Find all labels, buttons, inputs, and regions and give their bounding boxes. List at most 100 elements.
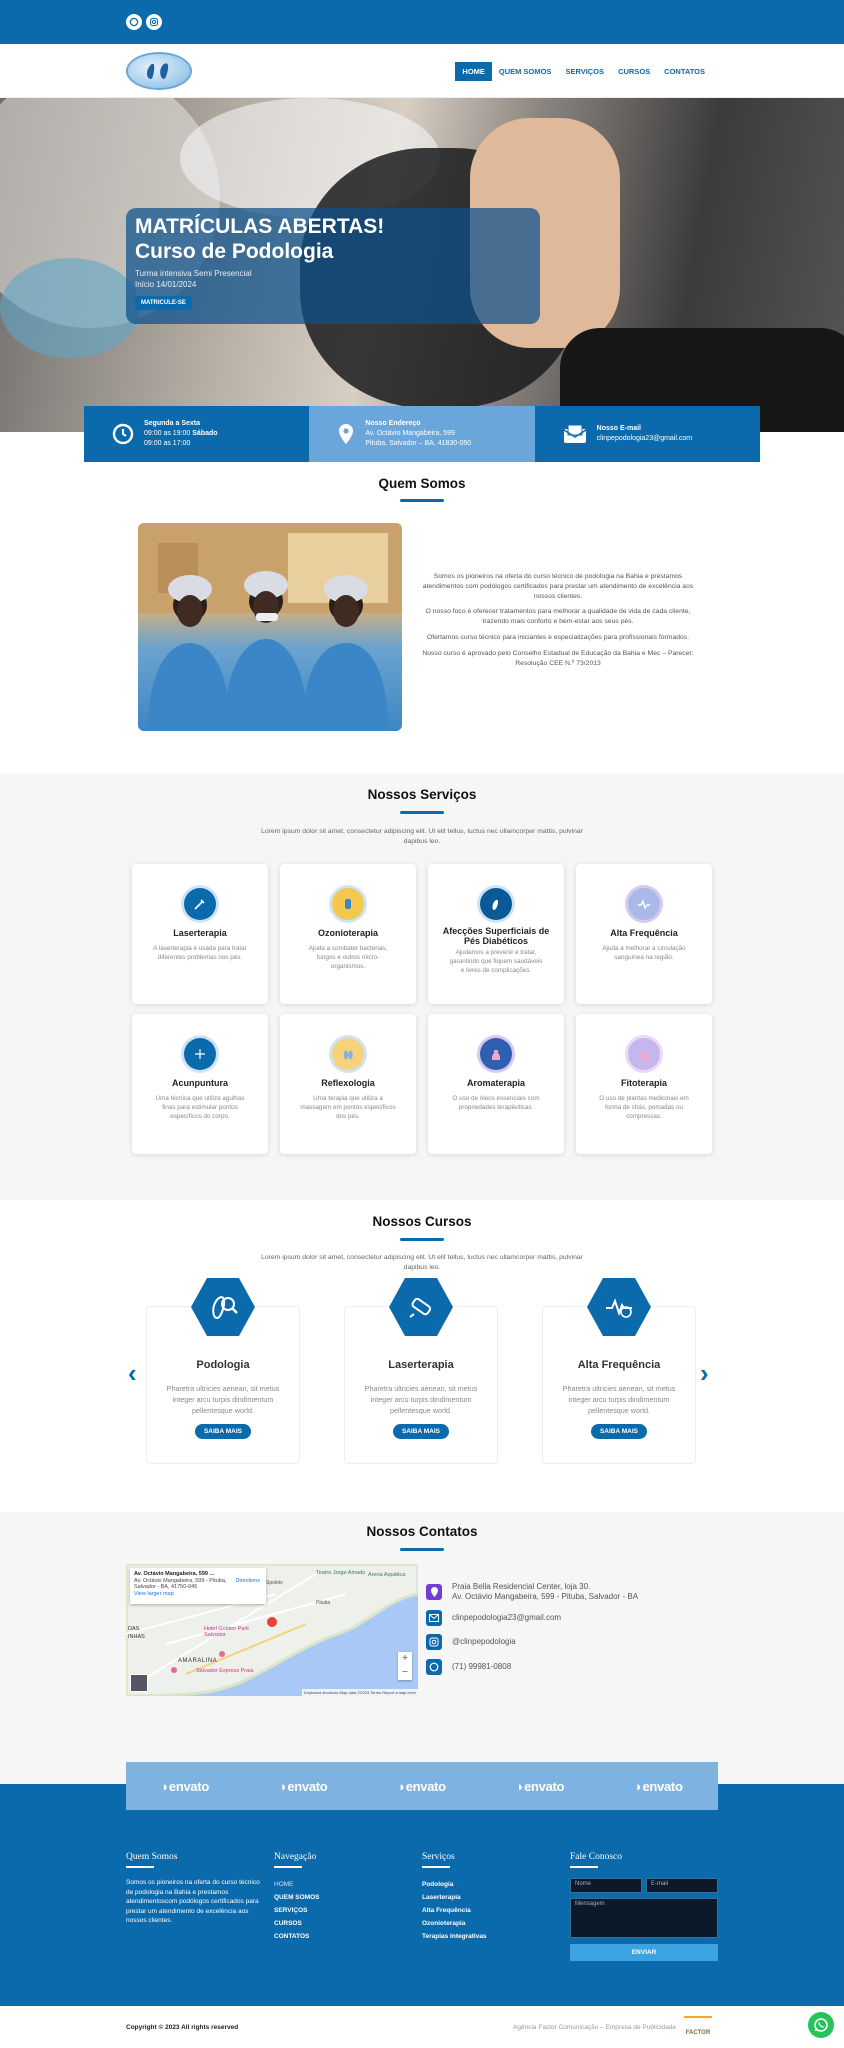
embedded-map[interactable]: Av. Octávio Mangabeira, 599 ... Av. Octá… bbox=[126, 1564, 418, 1696]
map-info-card: Av. Octávio Mangabeira, 599 ... Av. Octá… bbox=[130, 1568, 266, 1604]
about-underline bbox=[400, 499, 444, 502]
info-bar: Segunda a Sexta 09:00 as 19:00 Sábado 09… bbox=[84, 406, 760, 462]
map-label: INHAS bbox=[128, 1634, 145, 1640]
send-button[interactable]: ENVIAR bbox=[570, 1944, 718, 1961]
envato-logo: ◗envato bbox=[279, 1778, 328, 1794]
hero-subtitle: Curso de Podologia bbox=[135, 240, 334, 263]
footer-navigation: Navegação HOME QUEM SOMOS SERVIÇOS CURSO… bbox=[274, 1852, 394, 1943]
map-address-2: Salvador - BA, 41750-045 bbox=[134, 1584, 198, 1590]
nav-home[interactable]: HOME bbox=[455, 62, 492, 81]
service-card[interactable]: Reflexologia Uma terapia que utiliza a m… bbox=[280, 1014, 416, 1154]
nav-menu: HOME QUEM SOMOS SERVIÇOS CURSOS CONTATOS bbox=[455, 62, 712, 81]
nav-contatos[interactable]: CONTATOS bbox=[657, 62, 712, 81]
whatsapp-icon[interactable] bbox=[126, 14, 142, 30]
enroll-button[interactable]: MATRICULE-SE bbox=[135, 296, 192, 310]
course-name: Podologia bbox=[196, 1359, 250, 1371]
footer-service-link[interactable]: Terapias Integrativas bbox=[422, 1930, 542, 1943]
instagram-icon bbox=[426, 1634, 442, 1650]
hours-info: Segunda a Sexta 09:00 as 19:00 Sábado 09… bbox=[84, 406, 310, 462]
service-card[interactable]: Acunpuntura Uma técnica que utiliza agul… bbox=[132, 1014, 268, 1154]
instagram-icon[interactable] bbox=[146, 14, 162, 30]
hours-saturday: Sábado bbox=[192, 430, 218, 437]
contact-phone: (71) 99981-0808 bbox=[426, 1659, 511, 1675]
about-text: Somos os pioneiros na oferta do curso té… bbox=[414, 572, 702, 674]
envato-logo: ◗envato bbox=[516, 1778, 565, 1794]
hours-line-1: 09:00 as 19:00 bbox=[144, 430, 193, 437]
services-underline bbox=[400, 811, 444, 814]
service-desc: O uso de óleos essenciais com propriedad… bbox=[452, 1095, 540, 1111]
agency-credit[interactable]: Agência Factor Comunicação – Empresa de … bbox=[513, 2024, 676, 2031]
hero-text-1: Turma intensiva Semi Presencial bbox=[135, 269, 252, 278]
map-label: Arena Aquática bbox=[368, 1572, 406, 1578]
nav-cursos[interactable]: CURSOS bbox=[611, 62, 657, 81]
course-desc: Pharetra ultricies aenean, sit metus int… bbox=[364, 1384, 478, 1415]
service-name: Ozonioterapia bbox=[317, 928, 378, 938]
footer-service-link[interactable]: Ozonioterapia bbox=[422, 1917, 542, 1930]
message-textarea[interactable]: Mensagem bbox=[570, 1898, 718, 1938]
directions-link[interactable]: Directions bbox=[236, 1578, 260, 1585]
copyright-bar: Copyright © 2023 All rights reserved Agê… bbox=[0, 2006, 844, 2048]
hours-title: Segunda a Sexta bbox=[144, 420, 201, 427]
email-title: Nosso E-mail bbox=[596, 425, 642, 432]
saiba-mais-button[interactable]: SAIBA MAIS bbox=[590, 1424, 648, 1439]
service-name: Reflexologia bbox=[321, 1078, 375, 1088]
address-line-1: Av. Octávio Mangabeira, 599 bbox=[365, 430, 455, 437]
service-desc: Ajudamos a prevenir e tratar, garantindo… bbox=[449, 949, 543, 974]
nav-quem-somos[interactable]: QUEM SOMOS bbox=[492, 62, 559, 81]
name-input[interactable]: Nome bbox=[570, 1878, 642, 1893]
map-zoom-controls[interactable]: + − bbox=[398, 1652, 412, 1680]
footer-nav-quem-somos[interactable]: QUEM SOMOS bbox=[274, 1891, 394, 1904]
service-card[interactable]: Ozonioterapia Ajuda a combater bactérias… bbox=[280, 864, 416, 1004]
about-paragraph: Ofertamos curso técnico para iniciantes … bbox=[426, 633, 690, 641]
team-photo bbox=[138, 523, 402, 731]
service-card[interactable]: Aromaterapia O uso de óleos essenciais c… bbox=[428, 1014, 564, 1154]
contact-phone-link[interactable]: (71) 99981-0808 bbox=[452, 1662, 511, 1672]
map-place: Av. Octávio Mangabeira, 599 ... bbox=[134, 1571, 215, 1577]
contact-address: Praia Bella Residencial Center, loja 30.… bbox=[426, 1582, 638, 1602]
service-card[interactable]: Laserterapia A laserterapia é usada para… bbox=[132, 864, 268, 1004]
map-attribution: Keyboard shortcuts Map data ©2023 Terms … bbox=[301, 1689, 418, 1696]
footer-about-title: Quem Somos bbox=[126, 1852, 178, 1862]
map-label: Salvador Express Praia bbox=[196, 1668, 254, 1674]
contact-address-line-1: Praia Bella Residencial Center, loja 30. bbox=[452, 1582, 591, 1591]
footer-nav-servicos[interactable]: SERVIÇOS bbox=[274, 1904, 394, 1917]
contact-email-link[interactable]: clinpepodologia23@gmail.com bbox=[452, 1613, 561, 1623]
course-desc: Pharetra ultricies aenean, sit metus int… bbox=[562, 1384, 676, 1415]
service-name: Laserterapia bbox=[173, 928, 227, 938]
acupuncture-icon bbox=[184, 1038, 216, 1070]
carousel-prev-arrow[interactable]: ‹ bbox=[128, 1358, 137, 1389]
whatsapp-icon bbox=[426, 1659, 442, 1675]
service-card[interactable]: Fitoterapia O uso de plantas medicinais … bbox=[576, 1014, 712, 1154]
email-input[interactable]: E-mail bbox=[646, 1878, 718, 1893]
nav-servicos[interactable]: SERVIÇOS bbox=[558, 62, 611, 81]
saiba-mais-button[interactable]: SAIBA MAIS bbox=[392, 1424, 450, 1439]
footer-nav-contatos[interactable]: CONTATOS bbox=[274, 1930, 394, 1943]
footer-service-link[interactable]: Podologia bbox=[422, 1878, 542, 1891]
service-card[interactable]: Afecções Superficiais de Pés Diabéticos … bbox=[428, 864, 564, 1004]
view-larger-map-link[interactable]: View larger map bbox=[134, 1591, 174, 1597]
clinic-logo[interactable] bbox=[126, 52, 192, 90]
about-paragraph: O nosso foco é oferecer tratamentos para… bbox=[425, 608, 691, 626]
service-desc: Ajuda a melhorar a circulação sanguínea … bbox=[602, 945, 686, 961]
carousel-next-arrow[interactable]: › bbox=[700, 1358, 709, 1389]
service-desc: A laserterapia é usada para tratar difer… bbox=[153, 945, 247, 961]
footer-about-text: Somos os pioneiros na oferta do curso té… bbox=[126, 1879, 260, 1924]
email-icon bbox=[426, 1610, 442, 1626]
service-card[interactable]: Alta Frequência Ajuda a melhorar a circu… bbox=[576, 864, 712, 1004]
saiba-mais-button[interactable]: SAIBA MAIS bbox=[194, 1424, 252, 1439]
map-layer-toggle[interactable] bbox=[130, 1674, 148, 1692]
hero-text-2: Início 14/01/2024 bbox=[135, 280, 197, 289]
whatsapp-float-button[interactable] bbox=[808, 2012, 834, 2038]
footer-nav-cursos[interactable]: CURSOS bbox=[274, 1917, 394, 1930]
contact-instagram-link[interactable]: @clinpepodologia bbox=[452, 1637, 516, 1647]
top-bar bbox=[0, 0, 844, 44]
services-title: Nossos Serviços bbox=[367, 787, 477, 802]
footer-service-link[interactable]: Alta Frequência bbox=[422, 1904, 542, 1917]
service-name: Fitoterapia bbox=[620, 1078, 667, 1088]
footer-nav-home[interactable]: HOME bbox=[274, 1878, 394, 1891]
agency-logo: FACTOR bbox=[684, 2016, 712, 2038]
courses-underline bbox=[400, 1238, 444, 1241]
footer-service-link[interactable]: Laserterapia bbox=[422, 1891, 542, 1904]
contacts-underline bbox=[400, 1548, 444, 1551]
clock-icon bbox=[112, 423, 134, 445]
